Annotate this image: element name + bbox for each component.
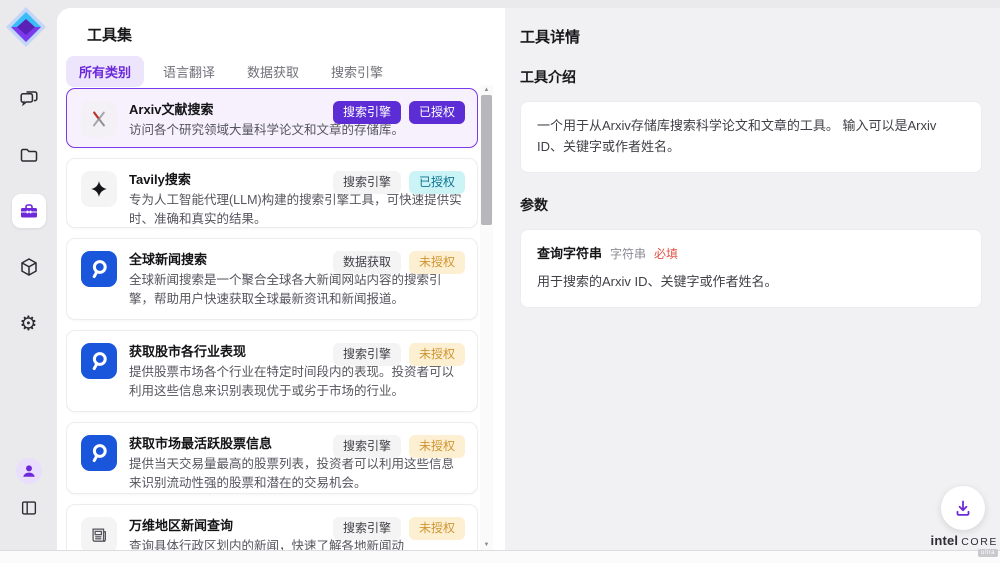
category-badge: 搜索引擎: [333, 101, 401, 124]
gem-logo-icon: [4, 5, 48, 49]
window-bottom-edge: [0, 550, 1000, 563]
q-search-icon: [81, 343, 117, 379]
arxiv-icon: [89, 109, 109, 129]
tab-language-translation[interactable]: 语言翻译: [150, 56, 228, 87]
sparkle-icon: [89, 179, 109, 199]
tool-description: 访问各个研究领域大量科学论文和文章的存储库。: [129, 121, 463, 140]
nav-files-button[interactable]: [12, 138, 46, 172]
core-wordmark: CORE: [961, 536, 998, 548]
person-icon: [20, 462, 38, 480]
ultra-badge: ultra: [978, 549, 998, 557]
tool-icon-tile: [81, 101, 117, 137]
intro-card: 一个用于从Arxiv存储库搜索科学论文和文章的工具。 输入可以是Arxiv ID…: [520, 101, 982, 173]
tool-description: 提供当天交易量最高的股票列表，投资者可以利用这些信息来识别流动性强的股票和潜在的…: [129, 455, 463, 493]
tool-icon-tile: [81, 343, 117, 379]
tools-list: Arxiv文献搜索 访问各个研究领域大量科学论文和文章的存储库。 搜索引擎 已授…: [66, 88, 478, 550]
gear-icon: ⚙: [20, 313, 38, 333]
tool-icon-tile: [81, 251, 117, 287]
tool-card-global-news[interactable]: 全球新闻搜索 全球新闻搜索是一个聚合全球各大新闻网站内容的搜索引擎，帮助用户快速…: [66, 238, 478, 320]
nav-models-button[interactable]: [12, 250, 46, 284]
intel-wordmark: intel: [931, 533, 959, 548]
parameter-type: 字符串: [610, 245, 646, 264]
category-badge: 搜索引擎: [333, 435, 401, 458]
panel-layout-icon: [19, 498, 39, 518]
scroll-down-arrow[interactable]: ▼: [480, 540, 493, 550]
params-heading: 参数: [520, 195, 982, 215]
page-title: 工具集: [87, 24, 132, 45]
category-tabs: 所有类别 语言翻译 数据获取 搜索引擎: [66, 56, 396, 87]
category-badge: 搜索引擎: [333, 171, 401, 194]
tab-data-acquisition[interactable]: 数据获取: [234, 56, 312, 87]
toolbox-icon: [18, 200, 40, 222]
parameter-description: 用于搜索的Arxiv ID、关键字或作者姓名。: [537, 272, 965, 293]
auth-status-badge: 未授权: [409, 435, 465, 458]
auth-status-badge: 未授权: [409, 517, 465, 540]
cube-icon: [18, 256, 40, 278]
app-window: 工具集 所有类别 语言翻译 数据获取 搜索引擎: [57, 8, 1000, 550]
detail-title: 工具详情: [520, 26, 982, 47]
tool-description: 专为人工智能代理(LLM)构建的搜索引擎工具，可快速提供实时、准确和真实的结果。: [129, 191, 463, 229]
nav-chat-button[interactable]: [12, 82, 46, 116]
tool-card-sector-performance[interactable]: 获取股市各行业表现 提供股票市场各个行业在特定时间段内的表现。投资者可以利用这些…: [66, 330, 478, 412]
auth-status-badge: 未授权: [409, 343, 465, 366]
nav-settings-button[interactable]: ⚙: [12, 306, 46, 340]
left-rail: ⚙: [0, 0, 57, 550]
category-badge: 搜索引擎: [333, 343, 401, 366]
parameter-card: 查询字符串 字符串 必填 用于搜索的Arxiv ID、关键字或作者姓名。: [520, 229, 982, 309]
tool-icon-tile: [81, 517, 117, 550]
tool-detail-panel: 工具详情 工具介绍 一个用于从Arxiv存储库搜索科学论文和文章的工具。 输入可…: [505, 8, 1000, 550]
tools-list-panel: 工具集 所有类别 语言翻译 数据获取 搜索引擎: [57, 8, 505, 550]
q-search-icon: [81, 251, 117, 287]
tool-description: 提供股票市场各个行业在特定时间段内的表现。投资者可以利用这些信息来识别表现优于或…: [129, 363, 463, 401]
collapse-sidebar-button[interactable]: [15, 494, 43, 522]
parameter-required-label: 必填: [654, 245, 678, 264]
chat-icon: [18, 88, 40, 110]
app-logo: [4, 5, 48, 49]
nav-tools-button[interactable]: [12, 194, 46, 228]
tool-description: 全球新闻搜索是一个聚合全球各大新闻网站内容的搜索引擎，帮助用户快速获取全球最新资…: [129, 271, 463, 309]
newspaper-icon: [89, 525, 109, 545]
tool-card-active-stocks[interactable]: 获取市场最活跃股票信息 提供当天交易量最高的股票列表，投资者可以利用这些信息来识…: [66, 422, 478, 494]
tool-card-arxiv[interactable]: Arxiv文献搜索 访问各个研究领域大量科学论文和文章的存储库。 搜索引擎 已授…: [66, 88, 478, 148]
q-search-icon: [81, 435, 117, 471]
category-badge: 搜索引擎: [333, 517, 401, 540]
tool-card-regional-news[interactable]: 万维地区新闻查询 查询具体行政区划内的新闻，快速了解各地新闻动 搜索引擎 未授权: [66, 504, 478, 550]
scroll-up-arrow[interactable]: ▲: [480, 85, 493, 95]
download-icon: [953, 498, 973, 518]
user-avatar[interactable]: [16, 458, 42, 484]
parameter-name: 查询字符串: [537, 244, 602, 265]
list-scrollbar[interactable]: ▲ ▼: [480, 85, 493, 550]
tab-search-engine[interactable]: 搜索引擎: [318, 56, 396, 87]
tool-icon-tile: [81, 171, 117, 207]
auth-status-badge: 已授权: [409, 171, 465, 194]
folder-icon: [18, 144, 40, 166]
tool-icon-tile: [81, 435, 117, 471]
intro-heading: 工具介绍: [520, 67, 982, 87]
intro-text: 一个用于从Arxiv存储库搜索科学论文和文章的工具。 输入可以是Arxiv ID…: [537, 118, 936, 154]
auth-status-badge: 已授权: [409, 101, 465, 124]
tool-card-tavily[interactable]: Tavily搜索 专为人工智能代理(LLM)构建的搜索引擎工具，可快速提供实时、…: [66, 158, 478, 228]
download-button[interactable]: [941, 486, 985, 530]
category-badge: 数据获取: [333, 251, 401, 274]
intel-core-logo: intel CORE ultra: [924, 533, 998, 557]
tab-all-categories[interactable]: 所有类别: [66, 56, 144, 87]
scrollbar-thumb[interactable]: [481, 95, 492, 225]
auth-status-badge: 未授权: [409, 251, 465, 274]
